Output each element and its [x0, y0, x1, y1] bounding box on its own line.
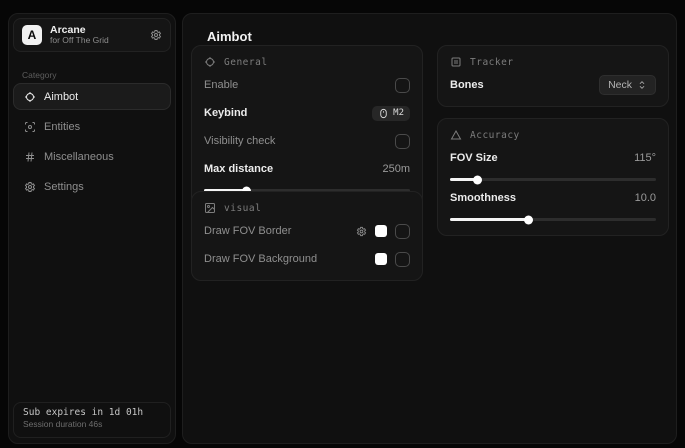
draw-fov-background-checkbox[interactable]: [395, 252, 410, 267]
main-panel: Aimbot General Enable Keybind M2 Visibil…: [182, 13, 677, 444]
card-visual: visual Draw FOV Border Draw FOV Backgrou…: [191, 191, 423, 281]
bones-label: Bones: [450, 79, 484, 91]
enable-label: Enable: [204, 79, 238, 91]
visibility-check-checkbox[interactable]: [395, 134, 410, 149]
gear-icon[interactable]: [356, 226, 367, 237]
app-header: A Arcane for Off The Grid: [13, 18, 171, 52]
subscription-info: Sub expires in 1d 01h Session duration 4…: [13, 402, 171, 438]
max-distance-label: Max distance: [204, 163, 273, 175]
triangle-icon: [450, 129, 462, 141]
card-title: Tracker: [470, 57, 514, 68]
keybind-label: Keybind: [204, 107, 247, 119]
mouse-icon: [378, 108, 389, 119]
gear-icon[interactable]: [150, 29, 162, 41]
tracker-icon: [450, 56, 462, 68]
bones-row: Bones Neck: [450, 74, 656, 96]
card-title: General: [224, 57, 268, 68]
keybind-value: M2: [393, 108, 404, 118]
draw-fov-background-label: Draw FOV Background: [204, 253, 317, 265]
sidebar-item-miscellaneous[interactable]: Miscellaneous: [13, 143, 171, 170]
card-title: visual: [224, 203, 261, 214]
crosshair-icon: [23, 91, 36, 103]
visibility-check-label: Visibility check: [204, 135, 275, 147]
sidebar-item-label: Entities: [44, 121, 80, 133]
card-accuracy: Accuracy FOV Size 115° Smoothness 10.0: [437, 118, 669, 236]
sidebar-item-settings[interactable]: Settings: [13, 173, 171, 200]
sidebar-item-aimbot[interactable]: Aimbot: [13, 83, 171, 110]
smoothness-label: Smoothness: [450, 192, 516, 204]
app-logo: A: [22, 25, 42, 45]
draw-fov-border-checkbox[interactable]: [395, 224, 410, 239]
category-label: Category: [22, 70, 57, 80]
card-tracker: Tracker Bones Neck: [437, 45, 669, 107]
card-title: Accuracy: [470, 130, 520, 141]
gear-icon: [23, 181, 36, 193]
enable-row: Enable: [204, 74, 410, 96]
page-title: Aimbot: [207, 29, 252, 44]
slider-thumb[interactable]: [473, 175, 482, 184]
chevrons-up-down-icon: [637, 80, 647, 90]
draw-fov-background-row: Draw FOV Background: [204, 248, 410, 270]
bones-selected-value: Neck: [608, 79, 632, 91]
fov-border-color-swatch[interactable]: [375, 225, 387, 237]
keybind-button[interactable]: M2: [372, 106, 410, 121]
max-distance-value: 250m: [382, 163, 410, 175]
bones-select[interactable]: Neck: [599, 75, 656, 95]
keybind-row: Keybind M2: [204, 102, 410, 124]
draw-fov-border-row: Draw FOV Border: [204, 220, 410, 242]
sidebar: A Arcane for Off The Grid Category Aimbo…: [8, 13, 176, 444]
smoothness-value: 10.0: [635, 192, 656, 204]
fov-size-value: 115°: [634, 152, 656, 164]
draw-fov-border-label: Draw FOV Border: [204, 225, 291, 237]
sidebar-item-entities[interactable]: Entities: [13, 113, 171, 140]
sidebar-item-label: Aimbot: [44, 91, 78, 103]
app-subtitle: for Off The Grid: [50, 36, 142, 46]
fov-size-label: FOV Size: [450, 152, 498, 164]
slider-thumb[interactable]: [524, 215, 533, 224]
fov-size-row: FOV Size 115°: [450, 147, 656, 169]
session-duration-text: Session duration 46s: [23, 419, 161, 429]
visibility-check-row: Visibility check: [204, 130, 410, 152]
sub-expiry-text: Sub expires in 1d 01h: [23, 407, 161, 418]
smoothness-row: Smoothness 10.0: [450, 187, 656, 209]
smoothness-slider[interactable]: [450, 218, 656, 221]
sidebar-nav: Aimbot Entities Miscellaneous Settings: [13, 83, 171, 200]
sidebar-item-label: Miscellaneous: [44, 151, 114, 163]
radar-eye-icon: [23, 121, 36, 133]
card-general: General Enable Keybind M2 Visibility che…: [191, 45, 423, 207]
enable-checkbox[interactable]: [395, 78, 410, 93]
crosshair-icon: [204, 56, 216, 68]
max-distance-row: Max distance 250m: [204, 158, 410, 180]
fov-background-color-swatch[interactable]: [375, 253, 387, 265]
hash-icon: [23, 151, 36, 163]
fov-size-slider[interactable]: [450, 178, 656, 181]
image-icon: [204, 202, 216, 214]
sidebar-item-label: Settings: [44, 181, 84, 193]
